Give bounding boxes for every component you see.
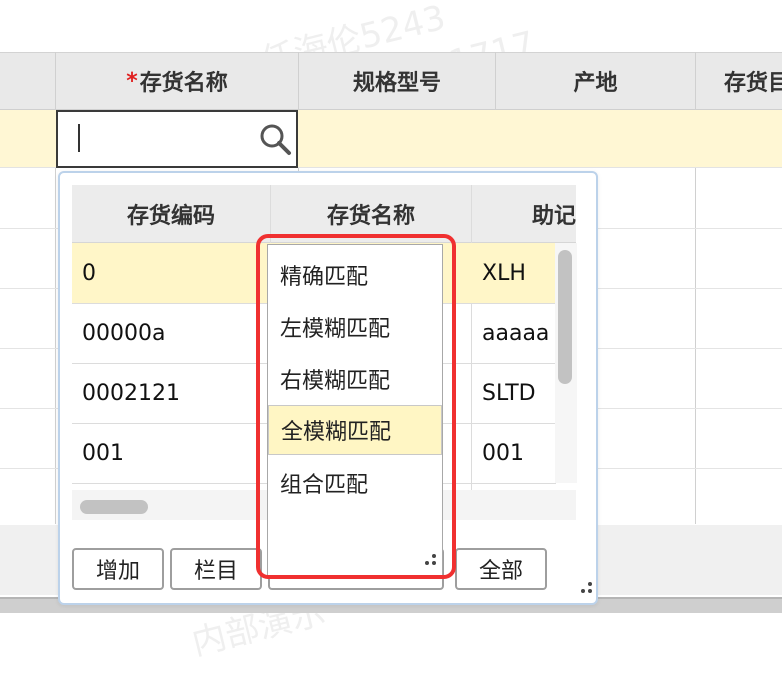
popup-cell-code[interactable]: 001 (72, 423, 270, 483)
popup-cell-mnemonic[interactable]: SLTD (472, 363, 556, 423)
popup-column-header-code[interactable]: 存货编码 (72, 185, 270, 243)
popup-vertical-scroll-thumb[interactable] (558, 250, 572, 384)
highlight-annotation (256, 234, 456, 579)
search-icon[interactable] (258, 122, 292, 156)
popup-cell-code[interactable]: 0002121 (72, 363, 270, 423)
column-header-spec[interactable]: 规格型号 (299, 52, 495, 110)
columns-button[interactable]: 栏目 (170, 548, 262, 590)
popup-column-header-mnemonic[interactable]: 助记 (472, 185, 576, 243)
column-header-blank[interactable] (0, 52, 55, 110)
popup-cell-mnemonic[interactable]: 001 (472, 423, 556, 483)
popup-horizontal-scroll-thumb[interactable] (80, 500, 148, 514)
all-button[interactable]: 全部 (455, 548, 547, 590)
text-caret (78, 124, 80, 152)
popup-cell-mnemonic[interactable]: aaaaa (472, 303, 556, 363)
popup-cell-code[interactable]: 00000a (72, 303, 270, 363)
required-mark: * (126, 68, 138, 94)
popup-cell-code[interactable]: 0 (72, 243, 270, 303)
add-button[interactable]: 增加 (72, 548, 164, 590)
popup-cell-mnemonic[interactable]: XLH (472, 243, 556, 303)
column-header-origin[interactable]: 产地 (496, 52, 695, 110)
column-header-label: 存货名称 (139, 71, 228, 96)
column-header-item-name[interactable]: * 存货名称 (56, 52, 298, 110)
column-header-item-category[interactable]: 存货目 (696, 52, 782, 110)
resize-grip-icon[interactable] (574, 580, 594, 598)
